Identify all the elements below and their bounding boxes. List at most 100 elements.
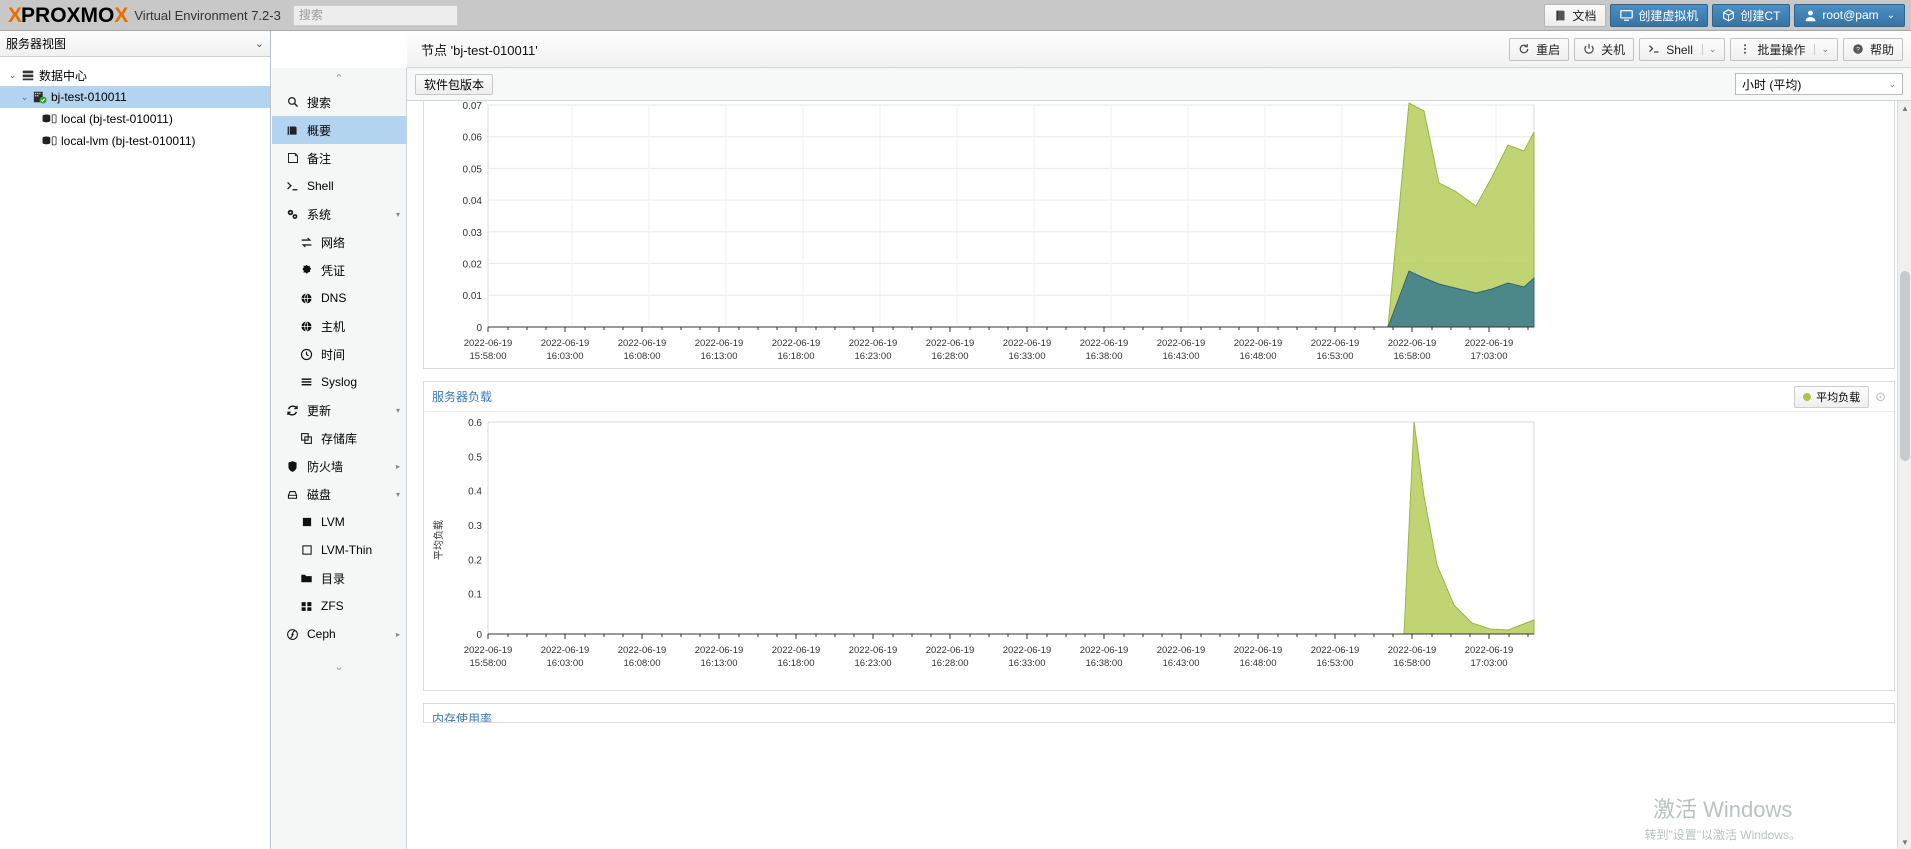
chart-legend: 平均负载 ⊙ xyxy=(1794,385,1886,408)
time-range-select[interactable]: 小时 (平均) ⌄ xyxy=(1735,73,1903,95)
x-tick-label: 16:08:00 xyxy=(624,658,661,669)
proxmox-logo[interactable]: X PROXMO X xyxy=(0,3,128,27)
user-menu-button[interactable]: root@pam ⌄ xyxy=(1794,3,1905,27)
x-tick-label: 2022-06-19 xyxy=(1080,338,1129,349)
twisty-icon[interactable]: ⌄ xyxy=(6,70,19,81)
chevron-down-icon[interactable]: ⌄ xyxy=(255,37,264,50)
chart-memory-header: 内存使用率 xyxy=(424,704,1894,723)
x-tick-label: 16:38:00 xyxy=(1086,351,1123,362)
x-tick-label: 2022-06-19 xyxy=(1311,338,1360,349)
tab-label: 软件包版本 xyxy=(424,77,485,92)
x-tick-label: 16:28:00 xyxy=(932,351,969,362)
svg-text:0.3: 0.3 xyxy=(468,521,482,532)
docs-button[interactable]: 文档 xyxy=(1544,3,1607,27)
search-input[interactable]: 搜索 xyxy=(292,4,458,26)
page-title: 节点 'bj-test-010011' xyxy=(421,43,538,58)
scroll-down-arrow[interactable]: ▼ xyxy=(1898,835,1911,849)
chart-memory: 内存使用率 xyxy=(423,703,1895,723)
server-view-header[interactable]: 服务器视图 ⌄ xyxy=(0,31,270,57)
x-tick-label: 2022-06-19 xyxy=(1388,338,1437,349)
shutdown-button[interactable]: 关机 xyxy=(1574,38,1635,61)
twisty-icon[interactable]: ⌄ xyxy=(18,92,31,103)
svg-text:0.01: 0.01 xyxy=(463,291,483,302)
x-tick-label: 16:23:00 xyxy=(855,658,892,669)
x-tick-label: 2022-06-19 xyxy=(926,645,975,656)
x-tick-label: 2022-06-19 xyxy=(541,645,590,656)
x-tick-label: 2022-06-19 xyxy=(618,338,667,349)
svg-text:0.5: 0.5 xyxy=(468,452,482,463)
create-vm-button[interactable]: 创建虚拟机 xyxy=(1610,3,1709,27)
x-tick-label: 2022-06-19 xyxy=(772,645,821,656)
tab-package-versions[interactable]: 软件包版本 xyxy=(415,73,494,95)
shell-icon xyxy=(1648,43,1661,56)
bulk-actions-button[interactable]: 批量操作 ⌄ xyxy=(1730,38,1838,61)
user-label: root@pam xyxy=(1822,8,1879,22)
x-tick-label: 2022-06-19 xyxy=(849,338,898,349)
docs-label: 文档 xyxy=(1572,8,1597,23)
x-tick-label: 16:03:00 xyxy=(547,351,584,362)
node-actions: 重启 关机 Shell ⌄ 批量操作 ⌄ ? 帮助 xyxy=(1509,38,1903,61)
svg-text:0.1: 0.1 xyxy=(468,590,482,601)
x-tick-label: 2022-06-19 xyxy=(1157,645,1206,656)
legend-item-load[interactable]: 平均负载 xyxy=(1794,385,1870,408)
charts-scroll-region[interactable]: 0.07 0.06 0.05 0.04 0.03 0.02 0.01 0 202… xyxy=(407,101,1911,849)
svg-text:0: 0 xyxy=(476,323,482,334)
tree-item-node[interactable]: ⌄ bj-test-010011 xyxy=(0,86,270,108)
help-icon: ? xyxy=(1852,43,1865,56)
chevron-down-icon: ⌄ xyxy=(1886,9,1895,21)
x-tick-label: 16:48:00 xyxy=(1240,658,1277,669)
x-tick-label: 2022-06-19 xyxy=(464,645,513,656)
tree-item-datacenter[interactable]: ⌄ 数据中心 xyxy=(0,64,270,86)
x-tick-label: 16:18:00 xyxy=(778,351,815,362)
svg-text:?: ? xyxy=(1856,47,1860,54)
tree-label: local (bj-test-010011) xyxy=(61,112,173,126)
x-tick-label: 2022-06-19 xyxy=(1003,338,1052,349)
create-ct-button[interactable]: 创建CT xyxy=(1712,3,1791,27)
power-icon xyxy=(1583,43,1596,56)
chart-title: 服务器负载 xyxy=(432,390,493,404)
chevron-down-icon[interactable]: ⌄ xyxy=(1701,44,1716,55)
topbar-actions: 文档 创建虚拟机 创建CT root@pam ⌄ xyxy=(1544,0,1911,30)
logo-word: PROXMO xyxy=(21,3,115,27)
x-tick-label: 16:48:00 xyxy=(1240,351,1277,362)
chart-server-load: 服务器负载 平均负载 ⊙ 平均负载 0.6 0.5 0.4 0.3 0.2 0.… xyxy=(423,381,1895,691)
svg-text:0.05: 0.05 xyxy=(463,164,483,175)
storage-icon xyxy=(41,134,58,148)
scroll-up-arrow[interactable]: ▲ xyxy=(1898,101,1911,115)
x-tick-label: 16:53:00 xyxy=(1317,351,1354,362)
container-icon xyxy=(1722,8,1735,22)
chart-y-axis-title: 平均负载 xyxy=(432,520,445,560)
chart-title: 内存使用率 xyxy=(432,711,493,723)
shell-label: Shell xyxy=(1666,42,1693,57)
x-tick-label: 2022-06-19 xyxy=(1311,645,1360,656)
svg-text:0.6: 0.6 xyxy=(468,418,482,429)
scrollbar-thumb[interactable] xyxy=(1900,271,1910,461)
x-tick-label: 2022-06-19 xyxy=(1465,645,1514,656)
tree-item-storage-local-lvm[interactable]: local-lvm (bj-test-010011) xyxy=(0,130,270,152)
x-tick-label: 16:18:00 xyxy=(778,658,815,669)
chart-top: 0.07 0.06 0.05 0.04 0.03 0.02 0.01 0 202… xyxy=(423,101,1895,369)
x-tick-label: 2022-06-19 xyxy=(849,645,898,656)
vertical-scrollbar[interactable]: ▲ ▼ xyxy=(1897,101,1911,849)
legend-options-icon[interactable]: ⊙ xyxy=(1875,389,1886,405)
svg-text:0.06: 0.06 xyxy=(463,133,483,144)
x-tick-label: 16:13:00 xyxy=(701,658,738,669)
x-tick-label: 2022-06-19 xyxy=(1388,645,1437,656)
x-tick-label: 2022-06-19 xyxy=(1465,338,1514,349)
x-tick-label: 16:38:00 xyxy=(1086,658,1123,669)
book-icon xyxy=(1554,9,1567,22)
shell-button[interactable]: Shell ⌄ xyxy=(1639,38,1726,61)
content-header: 节点 'bj-test-010011' 重启 关机 Shell ⌄ 批量操作 ⌄… xyxy=(407,32,1911,68)
content-area: 节点 'bj-test-010011' 重启 关机 Shell ⌄ 批量操作 ⌄… xyxy=(272,32,1911,849)
tree-item-storage-local[interactable]: local (bj-test-010011) xyxy=(0,108,270,130)
x-tick-label: 16:53:00 xyxy=(1317,658,1354,669)
x-tick-label: 2022-06-19 xyxy=(1157,338,1206,349)
restart-button[interactable]: 重启 xyxy=(1509,38,1570,61)
node-icon xyxy=(31,90,48,104)
x-tick-label: 2022-06-19 xyxy=(695,645,744,656)
help-button[interactable]: ? 帮助 xyxy=(1842,38,1903,61)
chevron-down-icon[interactable]: ⌄ xyxy=(1814,44,1829,55)
x-tick-label: 2022-06-19 xyxy=(618,645,667,656)
create-ct-label: 创建CT xyxy=(1740,8,1781,23)
monitor-icon xyxy=(1620,9,1634,22)
